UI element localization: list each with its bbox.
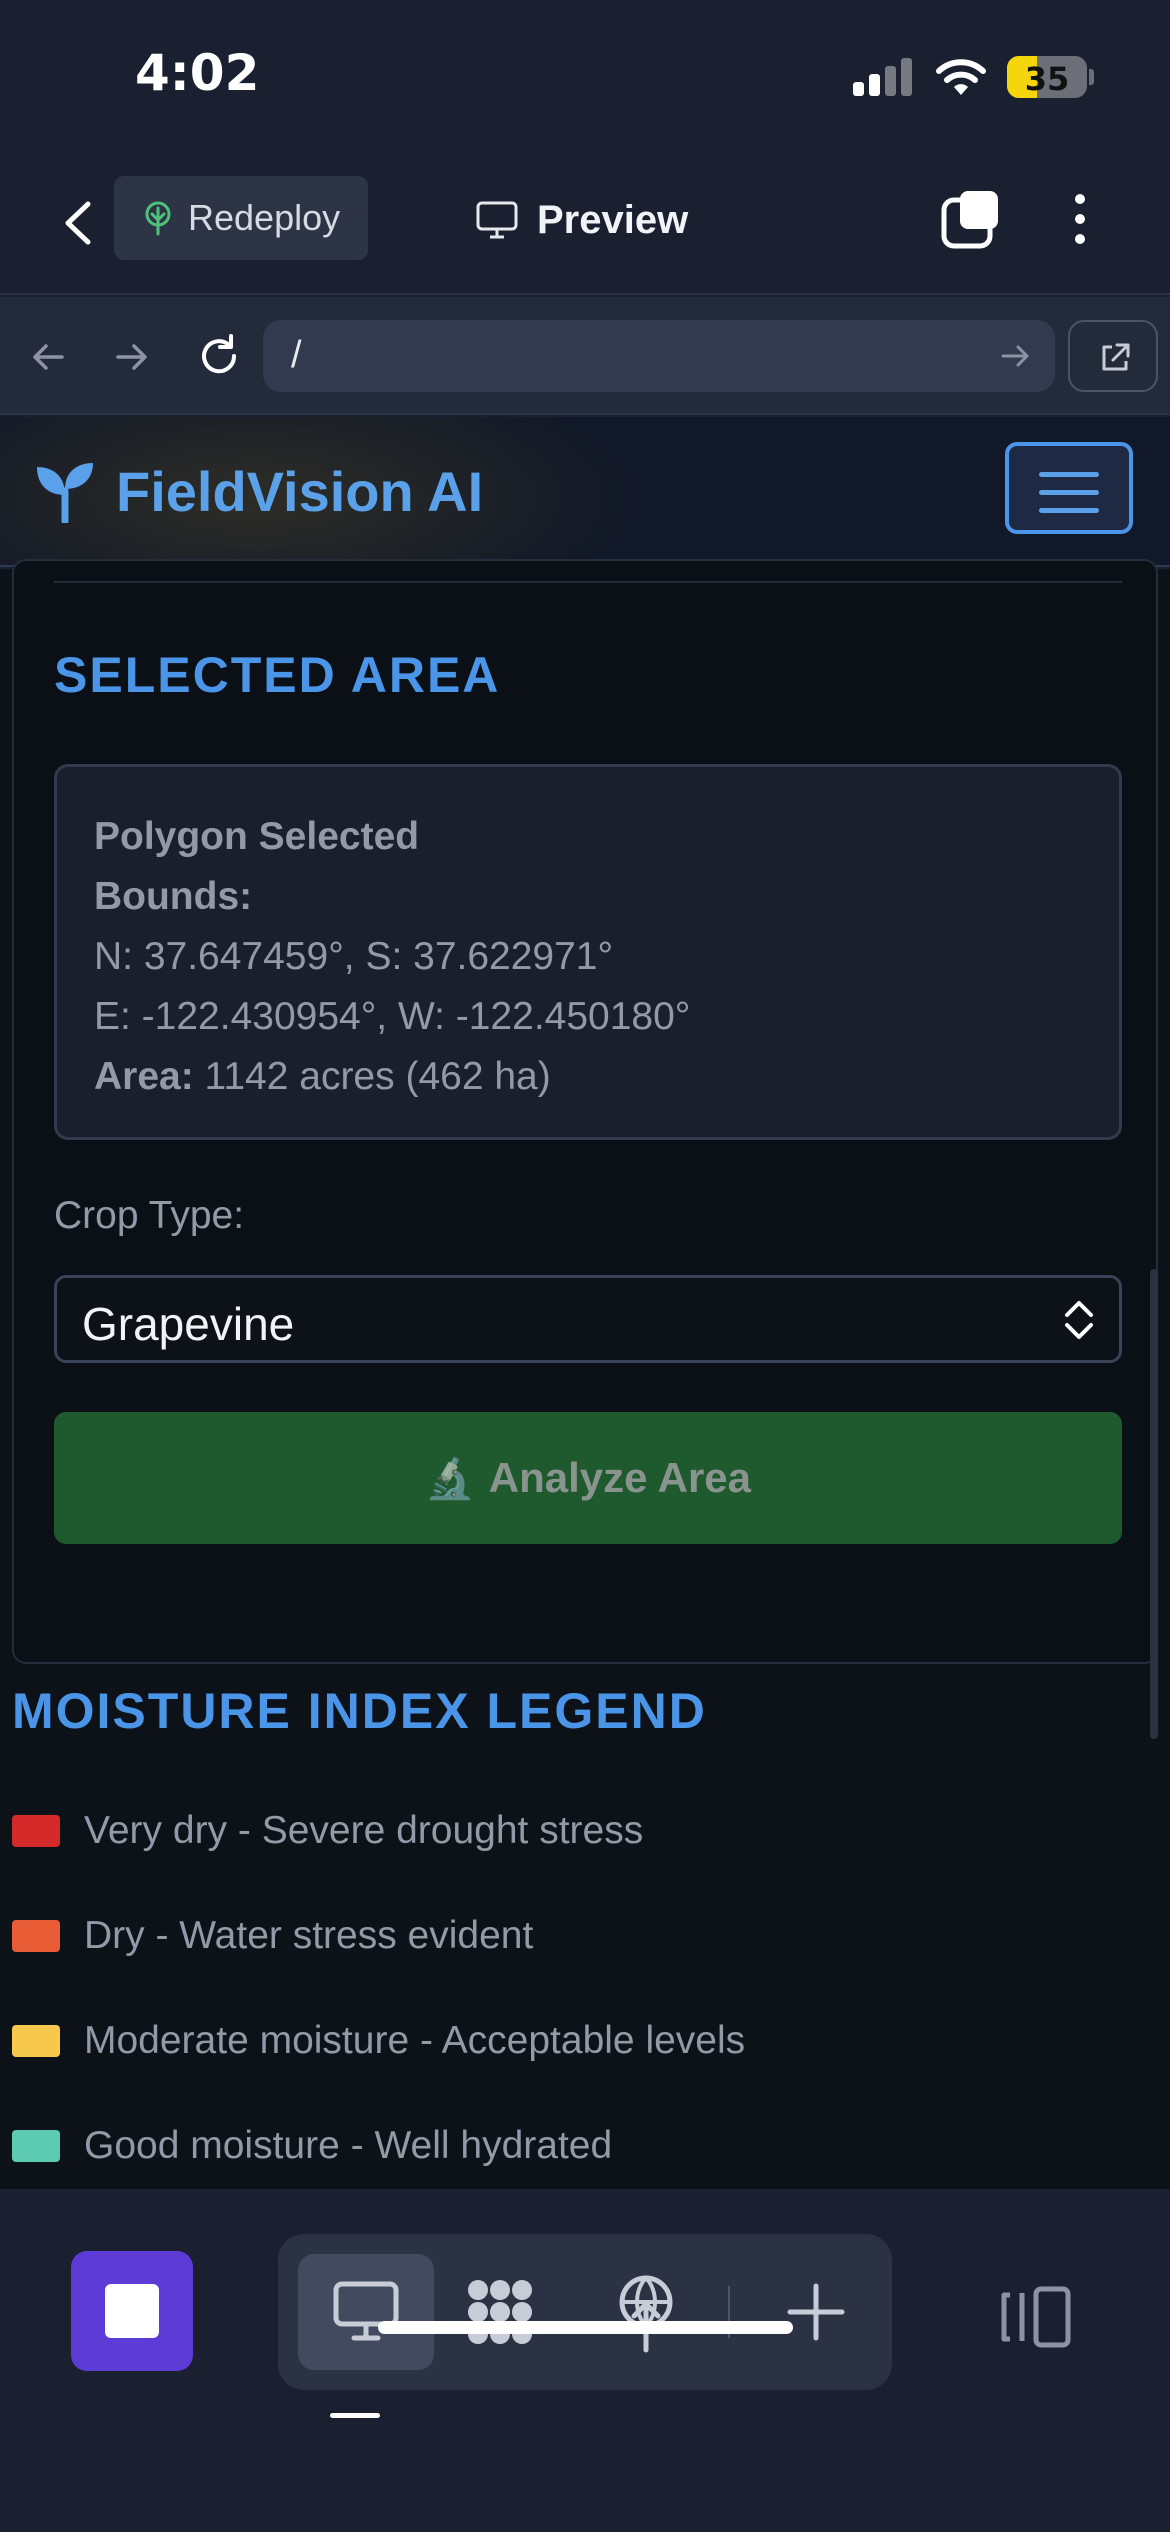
analyze-area-label: Analyze Area [488,1454,752,1501]
crop-type-select[interactable]: Grapevine [54,1275,1122,1363]
url-input[interactable]: / [263,320,1055,392]
area-label: Area: [94,1055,194,1098]
app-toolbar: Redeploy Preview [0,150,1170,295]
legend-swatch [12,2025,60,2057]
site-header: FieldVision AI [0,417,1170,567]
battery-level: 35 [1024,60,1070,98]
legend-text: Moderate moisture - Acceptable levels [84,2019,746,2062]
main-content: SELECTED AREA Polygon Selected Bounds: N… [0,559,1170,2189]
legend-item: Very dry - Severe drought stress [12,1809,643,1853]
legend-text: Very dry - Severe drought stress [84,1809,644,1852]
brand-name: FieldVision AI [116,460,484,523]
preview-button[interactable]: Preview [475,190,688,250]
battery-nub [1089,69,1094,85]
monitor-icon [476,201,518,239]
legend-title: MOISTURE INDEX LEGEND [12,1683,707,1739]
tabs-icon[interactable] [940,188,1002,250]
legend-text: Good moisture - Well hydrated [84,2124,613,2167]
bottom-toolbar [0,2189,1170,2532]
url-text: / [291,334,302,376]
polygon-selected-label: Polygon Selected [94,815,420,858]
status-time: 4:02 [135,44,260,102]
legend-swatch [12,1920,60,1952]
browser-forward-icon[interactable] [112,337,152,377]
stop-button[interactable] [71,2251,193,2371]
active-tab-indicator [330,2413,380,2418]
legend-swatch [12,2130,60,2162]
wifi-icon [936,59,986,95]
hamburger-menu-button[interactable] [1005,442,1133,534]
preview-label: Preview [537,197,689,242]
legend-swatch [12,1815,60,1847]
crop-type-value: Grapevine [82,1298,295,1350]
apps-grid-icon[interactable] [462,2276,538,2348]
select-updown-icon [1065,1301,1093,1339]
stop-icon [105,2284,159,2338]
area-row: Area: 1142 acres (462 ha) [94,1047,1119,1107]
status-bar: 4:02 35 [0,0,1170,150]
view-switcher [278,2234,892,2390]
deploy-tree-icon [145,201,171,236]
reload-icon[interactable] [196,333,242,379]
bounds-ew: E: -122.430954°, W: -122.450180° [94,995,691,1038]
side-panel-icon[interactable] [1000,2285,1072,2349]
legend-text: Dry - Water stress evident [84,1914,534,1957]
microscope-icon: 🔬 [424,1456,475,1501]
go-arrow-icon[interactable] [999,339,1033,373]
brand-logo[interactable]: FieldVision AI [34,459,483,524]
sprout-icon [37,462,93,523]
legend-item: Good moisture - Well hydrated [12,2124,612,2168]
battery-icon: 35 [1007,56,1087,98]
divider [54,581,1122,583]
bounds-label: Bounds: [94,875,253,918]
desktop-preview-icon[interactable] [332,2280,400,2344]
redeploy-label: Redeploy [188,197,341,238]
scrollbar[interactable] [1150,1269,1158,1739]
back-chevron-icon[interactable] [58,198,98,248]
bounds-ns: N: 37.647459°, S: 37.622971° [94,935,614,978]
crop-type-label: Crop Type: [54,1194,245,1237]
browser-back-icon[interactable] [28,337,68,377]
more-options-icon[interactable] [1064,188,1096,252]
analyze-area-button[interactable]: 🔬 Analyze Area [54,1412,1122,1544]
selection-panel: SELECTED AREA Polygon Selected Bounds: N… [12,559,1158,1664]
deploy-globe-icon[interactable] [614,2274,678,2354]
browser-url-bar: / [0,297,1170,415]
redeploy-button[interactable]: Redeploy [114,176,368,260]
cellular-signal-icon [853,58,913,96]
area-value: 1142 acres (462 ha) [193,1055,551,1098]
external-link-icon [1102,343,1130,371]
open-external-button[interactable] [1068,320,1158,392]
legend-item: Dry - Water stress evident [12,1914,533,1958]
selection-info-card: Polygon Selected Bounds: N: 37.647459°, … [54,764,1122,1140]
home-indicator [378,2321,793,2334]
add-icon[interactable] [786,2282,846,2342]
selected-area-title: SELECTED AREA [54,647,501,703]
legend-item: Moderate moisture - Acceptable levels [12,2019,745,2063]
